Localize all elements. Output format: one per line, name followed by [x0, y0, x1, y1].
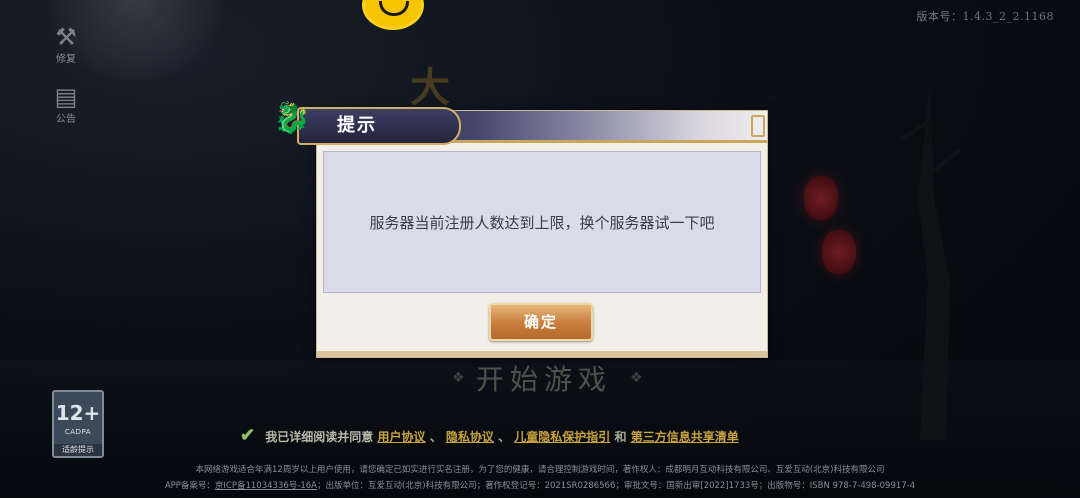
age-tip: 适龄提示: [54, 444, 102, 456]
message-panel: 服务器当前注册人数达到上限，换个服务器试一下吧: [323, 151, 761, 293]
age-rating-badge[interactable]: 12+ CADPA 适龄提示: [52, 390, 104, 458]
dialog-title-tab: 🐉 提示: [273, 101, 461, 145]
notice-label: 公告: [56, 114, 76, 125]
ornament-icon: ❖: [630, 370, 643, 386]
agreement-prefix: 我已详细阅读并同意: [265, 430, 374, 444]
notice-board-icon: ▤: [54, 83, 78, 111]
start-game-button[interactable]: 开始游戏: [476, 358, 612, 398]
age-rating: 12+: [55, 401, 101, 425]
child-privacy-link[interactable]: 儿童隐私保护指引: [514, 430, 610, 444]
user-agreement-link[interactable]: 用户协议: [377, 430, 425, 444]
game-title-decoration: 大: [410, 65, 450, 111]
alert-dialog: 🐉 提示 服务器当前注册人数达到上限，换个服务器试一下吧 确定: [273, 101, 768, 358]
notice-button[interactable]: ▤ 公告: [46, 84, 86, 125]
legal-notice-line1: 本网络游戏适合年满12周岁以上用户使用，请您确定已如实进行实名注册，为了您的健康…: [195, 465, 885, 475]
privacy-policy-link[interactable]: 隐私协议: [446, 430, 494, 444]
repair-label: 修复: [56, 54, 76, 65]
repair-icon: ⚒: [55, 23, 77, 51]
confirm-button[interactable]: 确定: [489, 303, 593, 341]
dialog-title: 提示: [337, 115, 377, 136]
agreement-row: ✔ 我已详细阅读并同意 用户协议 、 隐私协议 、 儿童隐私保护指引 和 第三方…: [240, 425, 739, 446]
icp-link[interactable]: 京ICP备11034336号-16A: [215, 481, 317, 491]
legal-notice-line2: APP备案号：京ICP备11034336号-16A；出版单位：互爱互动(北京)科…: [164, 481, 916, 491]
agree-checkbox-icon[interactable]: ✔: [240, 425, 255, 446]
third-party-sharing-link[interactable]: 第三方信息共享清单: [631, 430, 739, 444]
dialog-header: 🐉 提示: [273, 101, 767, 145]
rating-org: CADPA: [64, 428, 92, 436]
version-label: 版本号：1.4.3_2_2.1168: [916, 10, 1054, 23]
dialog-message: 服务器当前注册人数达到上限，换个服务器试一下吧: [369, 213, 715, 232]
ornament-icon: ❖: [452, 370, 465, 386]
knot-ornament-icon: [751, 115, 765, 137]
repair-button[interactable]: ⚒ 修复: [46, 24, 86, 65]
dragon-icon: 🐉: [273, 101, 311, 136]
